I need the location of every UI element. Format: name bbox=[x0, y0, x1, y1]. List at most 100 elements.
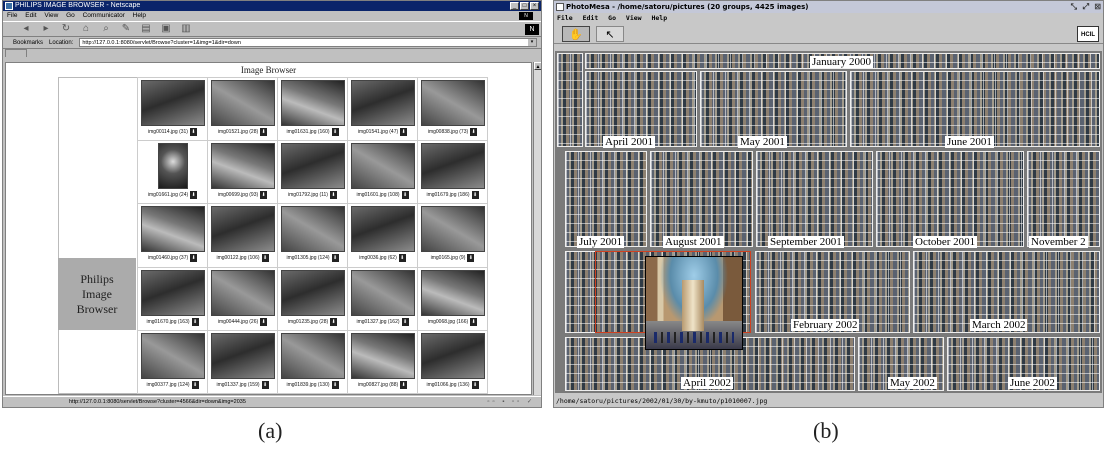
thumbnail-image[interactable] bbox=[280, 143, 345, 190]
thumbnail-image[interactable] bbox=[420, 269, 485, 316]
thumbnail-image[interactable] bbox=[420, 80, 485, 126]
menu-edit[interactable]: Edit bbox=[25, 12, 36, 19]
group-august-2001[interactable] bbox=[650, 151, 753, 247]
thumbnail-cell[interactable]: img01541.jpg (47) ⬇ bbox=[348, 78, 417, 141]
thumbnail-cell[interactable]: img0068.jpg (166) ⬇ bbox=[418, 267, 487, 330]
thumbnail-image[interactable] bbox=[420, 332, 485, 379]
thumbnail-cell[interactable]: img01460.jpg (37) ⬇ bbox=[138, 204, 207, 267]
drill-down-icon[interactable]: ⬇ bbox=[330, 317, 338, 326]
drill-down-icon[interactable]: ⬇ bbox=[471, 380, 479, 389]
thumbnail-image[interactable] bbox=[280, 269, 345, 316]
thumbnail-image[interactable] bbox=[420, 143, 485, 190]
drill-down-icon[interactable]: ⬇ bbox=[260, 128, 268, 136]
drill-down-icon[interactable]: ⬇ bbox=[400, 128, 408, 136]
thumbnail-image[interactable] bbox=[280, 80, 345, 126]
thumbnail-cell[interactable]: img01327.jpg (162) ⬇ bbox=[348, 267, 417, 330]
drill-down-icon[interactable]: ⬇ bbox=[260, 191, 268, 200]
menu-file[interactable]: File bbox=[7, 12, 17, 19]
thumbnail-image[interactable] bbox=[140, 206, 205, 253]
thumbnail-cell[interactable]: img00444.jpg (26) ⬇ bbox=[208, 267, 277, 330]
drill-down-icon[interactable]: ⬇ bbox=[190, 191, 198, 200]
security-icon[interactable]: ▣ bbox=[161, 24, 171, 34]
thumbnail-image[interactable] bbox=[280, 332, 345, 379]
menu-go[interactable]: Go bbox=[66, 12, 75, 19]
drill-down-icon[interactable]: ⬇ bbox=[191, 317, 199, 326]
drill-down-icon[interactable]: ⬇ bbox=[261, 254, 269, 263]
thumbnail-image[interactable] bbox=[210, 206, 275, 253]
thumbnail-cell[interactable]: img00122.jpg (106) ⬇ bbox=[208, 204, 277, 267]
forward-icon[interactable]: ▸ bbox=[41, 24, 51, 34]
menu-file[interactable]: File bbox=[557, 14, 573, 22]
home-icon[interactable]: ⌂ bbox=[81, 24, 91, 34]
thumbnail-image[interactable] bbox=[350, 143, 415, 190]
menu-help[interactable]: Help bbox=[133, 12, 146, 19]
thumbnail-image[interactable] bbox=[210, 269, 275, 316]
group-misc[interactable] bbox=[557, 53, 583, 147]
thumbnail-image[interactable] bbox=[420, 206, 485, 253]
personal-toolbar-tab[interactable] bbox=[5, 49, 27, 57]
drill-down-icon[interactable]: ⬇ bbox=[471, 191, 479, 200]
thumbnail-cell[interactable]: img0165.jpg (9) ⬇ bbox=[418, 204, 487, 267]
menu-view[interactable]: View bbox=[44, 12, 58, 19]
maximize-icon[interactable]: ⤢ bbox=[1083, 1, 1089, 13]
thumbnail-cell[interactable]: img01337.jpg (159) ⬇ bbox=[208, 330, 277, 393]
thumbnail-image[interactable] bbox=[140, 269, 205, 316]
thumbnail-cell[interactable]: img01839.jpg (130) ⬇ bbox=[278, 330, 347, 393]
back-icon[interactable]: ◂ bbox=[21, 24, 31, 34]
menu-help[interactable]: Help bbox=[651, 14, 667, 22]
menu-go[interactable]: Go bbox=[608, 14, 616, 22]
thumbnail-cell[interactable]: img00114.jpg (31) ⬇ bbox=[138, 78, 207, 141]
photo-mesa-canvas[interactable]: January 2000 April 2001 May 2001 June 20… bbox=[555, 51, 1102, 393]
print-icon[interactable]: ▤ bbox=[141, 24, 151, 34]
drill-down-icon[interactable]: ⬇ bbox=[400, 380, 408, 389]
thumbnail-image[interactable] bbox=[140, 332, 205, 379]
thumbnail-cell[interactable]: img01792.jpg (11) ⬇ bbox=[278, 141, 347, 204]
close-icon[interactable]: × bbox=[530, 2, 539, 10]
maximize-icon[interactable]: □ bbox=[520, 2, 529, 10]
group-october-2001[interactable] bbox=[876, 151, 1024, 247]
search-icon[interactable]: ⌕ bbox=[101, 24, 111, 34]
thumbnail-image[interactable] bbox=[350, 80, 415, 126]
group-november-2001[interactable] bbox=[1027, 151, 1100, 247]
drill-down-icon[interactable]: ⬇ bbox=[329, 191, 337, 200]
thumbnail-cell[interactable]: img01661.jpg (24) ⬇ bbox=[138, 141, 207, 204]
chevron-down-icon[interactable]: ▾ bbox=[528, 39, 536, 46]
hand-pan-icon[interactable]: ✋ bbox=[562, 25, 590, 42]
thumbnail-cell[interactable]: img01670.jpg (163) ⬇ bbox=[138, 267, 207, 330]
thumbnail-cell[interactable]: img01235.jpg (28) ⬇ bbox=[278, 267, 347, 330]
menu-communicator[interactable]: Communicator bbox=[83, 12, 125, 19]
thumbnail-image[interactable] bbox=[140, 80, 205, 126]
bookmarks-button[interactable]: Bookmarks bbox=[13, 40, 43, 46]
thumbnail-cell[interactable]: img00827.jpg (88) ⬇ bbox=[348, 330, 417, 393]
thumbnail-cell[interactable]: img01631.jpg (160) ⬇ bbox=[278, 78, 347, 141]
group-july-2001[interactable] bbox=[565, 151, 647, 247]
thumbnail-image[interactable] bbox=[350, 269, 415, 316]
close-icon[interactable]: ⊠ bbox=[1094, 1, 1101, 13]
thumbnail-cell[interactable]: img00838.jpg (73) ⬇ bbox=[418, 78, 487, 141]
drill-down-icon[interactable]: ⬇ bbox=[191, 380, 199, 389]
drill-down-icon[interactable]: ⬇ bbox=[470, 128, 478, 136]
drill-down-icon[interactable]: ⬇ bbox=[401, 317, 409, 326]
group-september-2001[interactable] bbox=[756, 151, 873, 247]
thumbnail-cell[interactable]: img0036.jpg (62) ⬇ bbox=[348, 204, 417, 267]
thumbnail-image[interactable] bbox=[210, 143, 275, 190]
thumbnail-cell[interactable]: img01521.jpg (28) ⬇ bbox=[208, 78, 277, 141]
stop-icon[interactable]: ▥ bbox=[181, 24, 191, 34]
thumbnail-image[interactable] bbox=[210, 80, 275, 126]
reload-icon[interactable]: ↻ bbox=[61, 24, 71, 34]
drill-down-icon[interactable]: ⬇ bbox=[467, 254, 475, 263]
menu-edit[interactable]: Edit bbox=[583, 14, 599, 22]
pointer-arrow-icon[interactable]: ↖ bbox=[596, 25, 624, 42]
drill-down-icon[interactable]: ⬇ bbox=[190, 254, 198, 263]
thumbnail-image[interactable] bbox=[350, 332, 415, 379]
drill-down-icon[interactable]: ⬇ bbox=[331, 380, 339, 389]
location-url-field[interactable]: http://127.0.0.1:8080/servlet/Browse?clu… bbox=[79, 38, 537, 47]
drill-down-icon[interactable]: ⬇ bbox=[189, 128, 197, 136]
guide-icon[interactable]: ✎ bbox=[121, 24, 131, 34]
selected-photo-preview[interactable] bbox=[645, 256, 743, 350]
thumbnail-image[interactable] bbox=[280, 206, 345, 253]
minimize-icon[interactable]: _ bbox=[510, 2, 519, 10]
thumbnail-cell[interactable]: img01305.jpg (124) ⬇ bbox=[278, 204, 347, 267]
thumbnail-cell[interactable]: img01601.jpg (108) ⬇ bbox=[348, 141, 417, 204]
thumbnail-cell[interactable]: img01066.jpg (136) ⬇ bbox=[418, 330, 487, 393]
